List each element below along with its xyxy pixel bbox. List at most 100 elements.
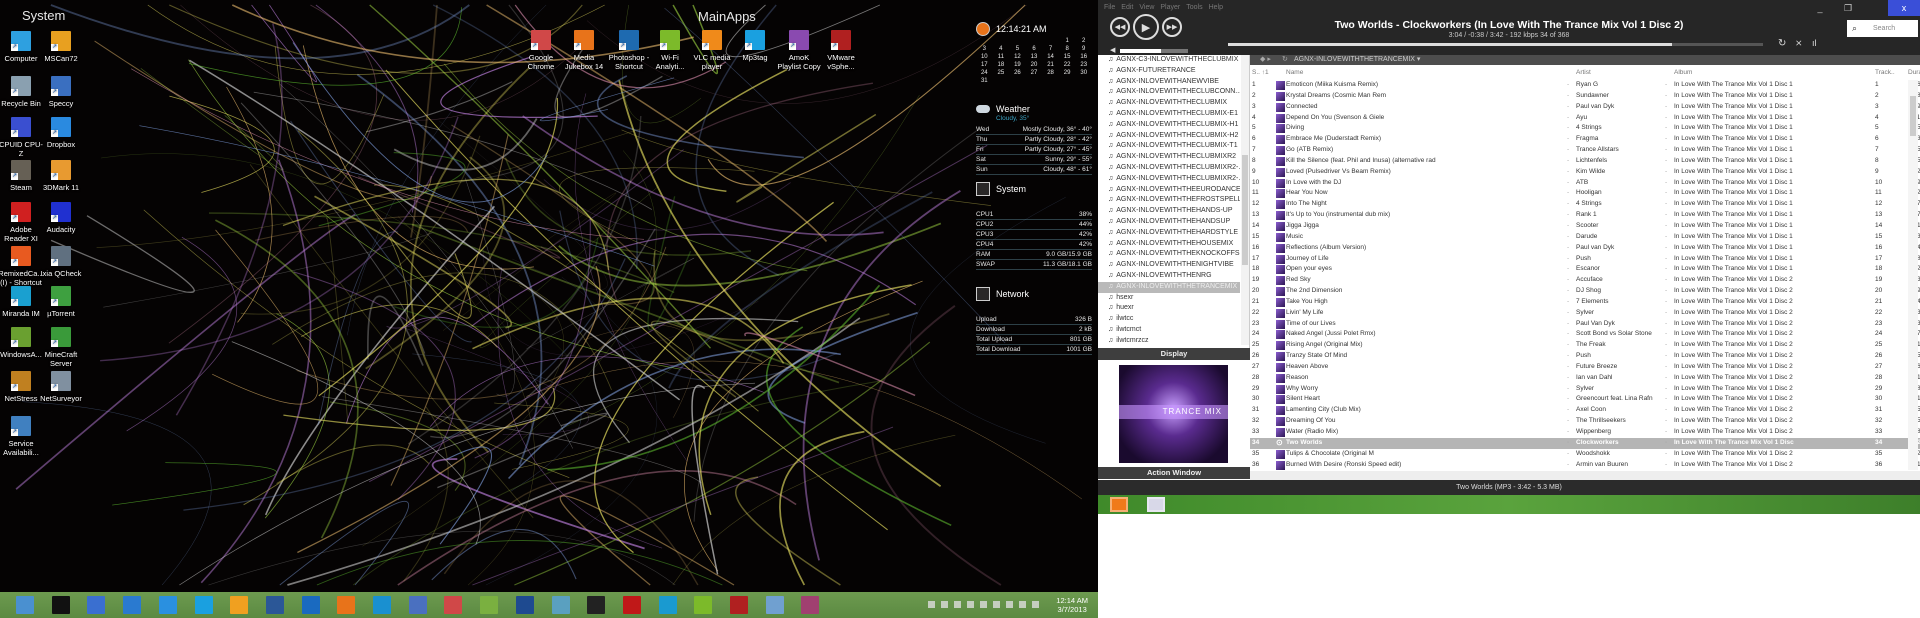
track-row[interactable]: 32 Dreaming Of You - The Thrillseekers - In L… (1250, 416, 1920, 427)
column-header-album[interactable]: Album (1674, 69, 1794, 76)
calendar-day[interactable]: 5 (1009, 46, 1026, 52)
menu-file[interactable]: File (1104, 4, 1115, 11)
vertical-scrollbar[interactable] (1908, 80, 1918, 470)
taskbar-app-icon[interactable] (658, 596, 677, 614)
track-row[interactable]: 20 The 2nd Dimension - DJ Shog - In Love With… (1250, 286, 1920, 297)
calendar-day[interactable]: 24 (976, 70, 993, 76)
taskbar-app-icon[interactable] (587, 596, 606, 614)
playlist-tree-item[interactable]: ♫ AGNX-INLOVEWITHTHEFROSTSPELL (1098, 195, 1240, 206)
menu-player[interactable]: Player (1160, 4, 1180, 11)
menu-tools[interactable]: Tools (1186, 4, 1202, 11)
tray-icon[interactable] (1032, 601, 1039, 608)
maximize-button[interactable]: ❐ (1834, 0, 1862, 16)
action-window-header[interactable]: Action Window (1098, 467, 1250, 479)
playlist-tree-item[interactable]: ♫ hsexr (1098, 293, 1240, 304)
calendar-day[interactable] (1009, 38, 1026, 44)
playlist-tree-item[interactable]: ♫ AGNX-INLOVEWITHTHECLUBMIX-H2 (1098, 131, 1240, 142)
taskbar-clock[interactable]: 12:14 AM 3/7/2013 (1056, 596, 1088, 614)
calendar-day[interactable]: 28 (1042, 70, 1059, 76)
desktop-icon-netsurveyor[interactable]: ↗ NetSurveyor (38, 371, 84, 403)
menu-edit[interactable]: Edit (1121, 4, 1133, 11)
desktop-icon-mp3tag[interactable]: ↗ Mp3tag (732, 30, 778, 62)
calendar-day[interactable]: 17 (976, 62, 993, 68)
repeat-icon[interactable]: ↻ (1778, 38, 1786, 49)
calendar-day[interactable] (1042, 38, 1059, 44)
track-row[interactable]: 21 Take You High -7 Elements - In Love With … (1250, 297, 1920, 308)
track-row[interactable]: 25 Rising Angel (Original Mix) - The Freak -… (1250, 340, 1920, 351)
horizontal-scrollbar[interactable] (1250, 471, 1920, 480)
tray-icon[interactable] (967, 601, 974, 608)
track-row[interactable]: 10 In Love with the DJ - ATB - In Love With T… (1250, 178, 1920, 189)
close-button[interactable]: x (1888, 0, 1920, 16)
calendar-day[interactable]: 8 (1059, 46, 1076, 52)
desktop-icon-media-jukebox-14[interactable]: ↗ Media Jukebox 14 (561, 30, 607, 71)
calendar-day[interactable]: 23 (1075, 62, 1092, 68)
playlist-tree-item[interactable]: ♫ AGNX-INLOVEWITHTHECLUBMIXR2-... (1098, 174, 1240, 185)
desktop-icon-minecraft-server[interactable]: ↗ MineCraft Server (38, 327, 84, 368)
taskbar-app-icon[interactable] (622, 596, 641, 614)
menu-help[interactable]: Help (1209, 4, 1223, 11)
track-row[interactable]: 3 Connected - Paul van Dyk - In Love With The… (1250, 102, 1920, 113)
tray-icon[interactable] (980, 601, 987, 608)
track-row[interactable]: 33 Water (Radio Mix) - Wippenberg - In Love W… (1250, 427, 1920, 438)
calendar-day[interactable]: 4 (993, 46, 1010, 52)
desktop-icon-ixia-qcheck[interactable]: ↗ Ixia QCheck (38, 246, 84, 278)
playlist-tree-item[interactable]: ♫ AGNX-C3-INLOVEWITHTHECLUBMIX (1098, 55, 1240, 66)
desktop-icon-wi-fi-analyti[interactable]: ↗ Wi-Fi Analyti... (647, 30, 693, 71)
calendar-day[interactable]: 18 (993, 62, 1010, 68)
shuffle-icon[interactable]: ⨯ (1795, 38, 1803, 49)
taskbar-app-icon[interactable] (158, 596, 177, 614)
calendar-day[interactable]: 21 (1042, 62, 1059, 68)
calendar-day[interactable]: 25 (993, 70, 1010, 76)
track-row[interactable]: 18 Open your eyes - Escanor - In Love With Th… (1250, 264, 1920, 275)
desktop-icon-speccy[interactable]: ↗ Speccy (38, 76, 84, 108)
playlist-tree-item[interactable]: ♫ ilwtcmrzcz (1098, 336, 1240, 347)
breadcrumb-playlist[interactable]: AGNX-INLOVEWITHTHETRANCEMIX ▾ (1294, 56, 1420, 63)
taskbar-app-icon[interactable] (694, 596, 713, 614)
calendar-day[interactable]: 29 (1059, 70, 1076, 76)
track-row[interactable]: 23 Time of our Lives - Paul Van Dyk - In Love… (1250, 319, 1920, 330)
track-row[interactable]: 29 Why Worry - Sylver - In Love With The Tran… (1250, 384, 1920, 395)
track-row[interactable]: 11 Hear You Now - Hooligan - In Love With The… (1250, 188, 1920, 199)
column-header-artist[interactable]: Artist (1576, 69, 1676, 76)
calendar-day[interactable]: 12 (1009, 54, 1026, 60)
calendar-day[interactable]: 9 (1075, 46, 1092, 52)
taskbar-app-icon[interactable] (765, 596, 784, 614)
taskbar-app-icon[interactable] (408, 596, 427, 614)
desktop-icon-vlc-media-player[interactable]: ↗ VLC media player (689, 30, 735, 71)
search-input[interactable]: ⌕ Search (1847, 20, 1918, 37)
tray-icon[interactable] (993, 601, 1000, 608)
tray-icon[interactable] (1006, 601, 1013, 608)
playlist-tree-item[interactable]: ♫ AGNX-INLOVEWITHTHENRG (1098, 271, 1240, 282)
track-row[interactable]: 12 Into The Night -4 Strings - In Love With … (1250, 199, 1920, 210)
desktop-icon-3dmark-11[interactable]: ↗ 3DMark 11 (38, 160, 84, 192)
playlist-tree-item[interactable]: ♫ AGNX-INLOVEWITHTHECLUBMIX-T1 (1098, 141, 1240, 152)
taskbar-app-icon[interactable] (265, 596, 284, 614)
calendar-day[interactable]: 31 (976, 78, 993, 84)
playlist-tree-item[interactable]: ♫ AGNX-INLOVEWITHTHECLUBMIX-E1 (1098, 109, 1240, 120)
desktop-icon-amok-playlist-copy[interactable]: ↗ AmoK Playlist Copy (776, 30, 822, 71)
track-row[interactable]: 22 Livin' My Life - Sylver - In Love With The… (1250, 308, 1920, 319)
calendar-day[interactable]: 30 (1075, 70, 1092, 76)
volume-slider[interactable] (1120, 49, 1188, 53)
calendar-day[interactable]: 1 (1059, 38, 1076, 44)
calendar-day[interactable]: 14 (1042, 54, 1059, 60)
calendar-day[interactable] (976, 38, 993, 44)
taskbar-app-icon[interactable] (51, 596, 70, 614)
taskbar-app-icon[interactable] (194, 596, 213, 614)
refresh-icon[interactable]: ↻ (1282, 55, 1288, 65)
playlist-tree-item[interactable]: ♫ AGNX-INLOVEWITHTHEHANDSUP (1098, 217, 1240, 228)
track-row[interactable]: ⊙ 34 Two Worlds - Clockworkers - In Love With … (1250, 437, 1920, 449)
taskbar-app-icon[interactable] (337, 596, 356, 614)
playlist-tree-item[interactable]: ♫ AGNX-INLOVEWITHTHECLUBCONN... (1098, 87, 1240, 98)
calendar-day[interactable]: 20 (1026, 62, 1043, 68)
track-row[interactable]: 1 Emoticon (Miika Kuisma Remix) - Ryan G - In… (1250, 80, 1920, 91)
track-row[interactable]: 28 Reason - Ian van Dahl - In Love With The T… (1250, 373, 1920, 384)
desktop-icon-torrent[interactable]: ↗ µTorrent (38, 286, 84, 318)
playlist-tree-item[interactable]: ♫ AGNX-INLOVEWITHTHECLUBMIX-H1 (1098, 120, 1240, 131)
desktop-icon-mscan72[interactable]: ↗ MSCan72 (38, 31, 84, 63)
track-row[interactable]: 16 Reflections (Album Version) - Paul van D… (1250, 243, 1920, 254)
taskbar-app-icon[interactable] (301, 596, 320, 614)
playlist-tree-item[interactable]: ♫ AGNX-INLOVEWITHTHECLUBMIXR2 (1098, 152, 1240, 163)
display-panel-header[interactable]: Display (1098, 348, 1250, 360)
